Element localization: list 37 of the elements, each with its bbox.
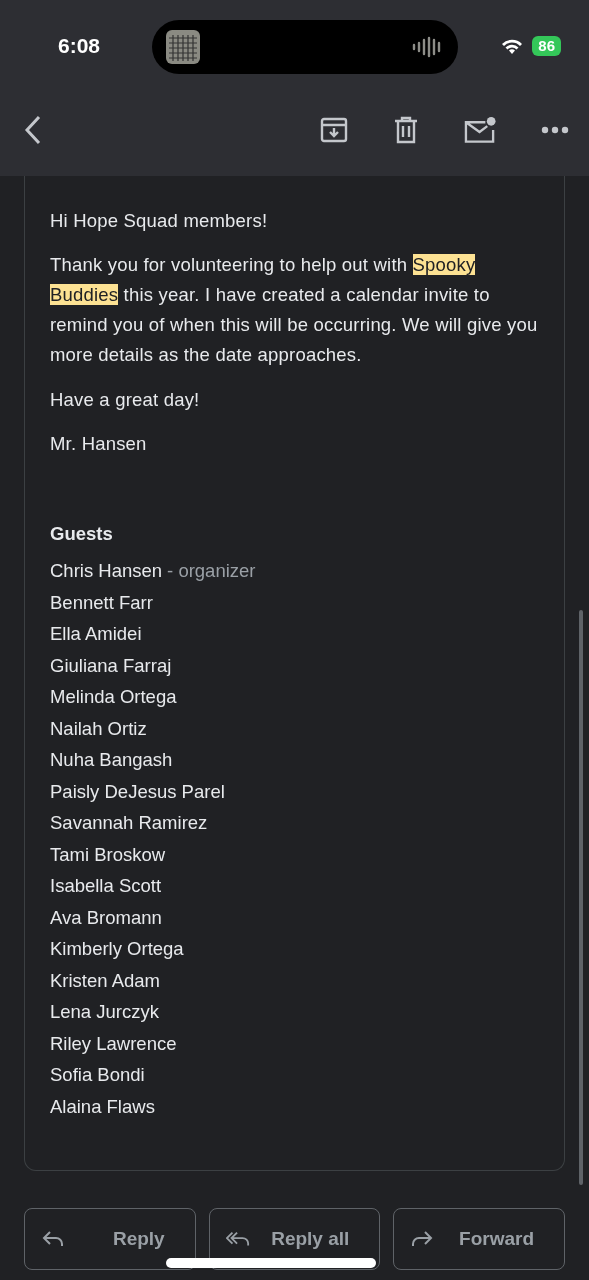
archive-icon[interactable] — [320, 116, 348, 144]
guest-name: Savannah Ramirez — [50, 811, 208, 835]
guests-heading: Guests — [50, 522, 114, 546]
guest-name: Giuliana Farraj — [50, 653, 172, 678]
forward-icon — [410, 1230, 435, 1248]
guest-role: - organizer — [167, 559, 256, 583]
guest-name: Riley Lawrence — [50, 1031, 177, 1056]
closing-text: Have a great day! — [50, 388, 201, 412]
back-icon[interactable] — [24, 115, 42, 145]
guest-name: Bennett Farr — [50, 590, 153, 615]
more-icon[interactable] — [541, 126, 569, 134]
signature-text: Mr. Hansen — [50, 432, 148, 456]
guest-name: Melinda Ortega — [50, 685, 177, 709]
reply-all-icon — [225, 1230, 250, 1248]
guest-name: Lena Jurczyk — [50, 1000, 159, 1024]
wifi-icon — [500, 37, 525, 55]
greeting-text: Hi Hope Squad members! — [50, 209, 269, 233]
battery-indicator: 86 — [532, 36, 561, 56]
delete-icon[interactable] — [392, 116, 420, 144]
album-art-icon — [166, 30, 200, 64]
guest-name: Ava Bromann — [50, 905, 162, 930]
guest-name: Tami Broskow — [50, 842, 166, 867]
message-paragraph: Thank you for volunteering to help out with Spooky Buddies this year. I have created a calendar invite to remind you of when this will be occurring. We will give you more details as the date approaches. — [50, 253, 539, 367]
guest-name: Nailah Ortiz — [50, 716, 147, 741]
status-time: 6:08 — [58, 34, 102, 58]
guest-name: Alaina Flaws — [50, 1094, 155, 1119]
guest-name: Sofia Bondi — [50, 1063, 145, 1087]
guest-name: Nuha Bangash — [50, 748, 173, 772]
forward-button[interactable]: Forward — [393, 1208, 565, 1270]
guest-name: Ella Amidei — [50, 622, 142, 646]
guest-name: Isabella Scott — [50, 874, 162, 898]
reply-icon — [41, 1230, 65, 1248]
guest-name: Kristen Adam — [50, 968, 161, 993]
guest-name: Kimberly Ortega — [50, 937, 184, 961]
guest-name: Chris Hansen — [50, 559, 163, 583]
mark-unread-icon[interactable] — [464, 116, 497, 144]
guest-name: Paisly DeJesus Parel — [50, 779, 225, 804]
